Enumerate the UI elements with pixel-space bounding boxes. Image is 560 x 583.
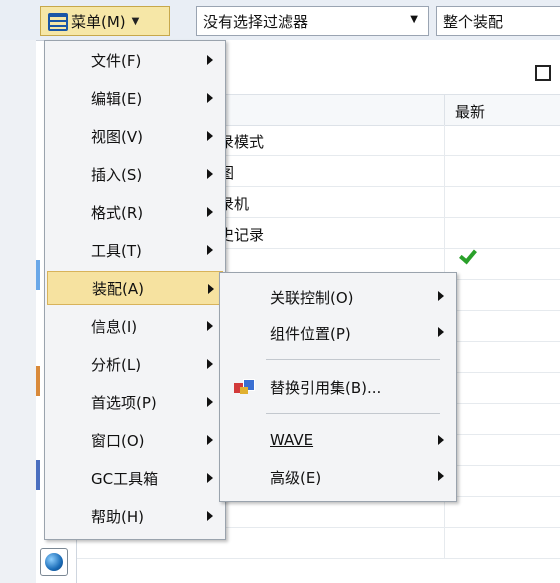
chevron-right-icon	[438, 291, 444, 301]
menu-item-file[interactable]: 文件(F)	[47, 43, 223, 77]
chevron-right-icon	[207, 473, 213, 483]
chevron-right-icon	[207, 321, 213, 331]
menu-item-assembly[interactable]: 装配(A)	[47, 271, 223, 305]
left-resource-bar	[0, 40, 40, 583]
menu-item-label: 视图(V)	[91, 127, 143, 146]
assembly-scope-value: 整个装配	[443, 12, 504, 31]
menu-item-label: 信息(I)	[91, 317, 138, 336]
chevron-right-icon	[207, 397, 213, 407]
filter-select-value: 没有选择过滤器	[203, 12, 309, 31]
maximize-icon[interactable]	[535, 65, 551, 81]
chevron-right-icon	[207, 55, 213, 65]
menu-item-label: 分析(L)	[91, 355, 142, 374]
menu-item-label: GC工具箱	[91, 469, 159, 488]
submenu-item-component-position[interactable]: 组件位置(P)	[220, 315, 456, 349]
menu-item-help[interactable]: 帮助(H)	[47, 499, 223, 533]
submenu-item-wave[interactable]: WAVE	[220, 423, 456, 457]
submenu-item-label: 替换引用集(B)...	[270, 379, 382, 397]
menu-item-format[interactable]: 格式(R)	[47, 195, 223, 229]
assembly-submenu: 关联控制(O) 组件位置(P) 替换引用集(B)... WAVE 高级(E)	[219, 272, 457, 502]
chevron-right-icon	[438, 471, 444, 481]
chevron-down-icon: ▼	[131, 15, 140, 27]
menu-item-label: 装配(A)	[92, 279, 144, 298]
menu-separator	[266, 359, 440, 360]
menu-item-tools[interactable]: 工具(T)	[47, 233, 223, 267]
menu-item-view[interactable]: 视图(V)	[47, 119, 223, 153]
menu-item-gc-toolbox[interactable]: GC工具箱	[47, 461, 223, 495]
chevron-right-icon	[207, 169, 213, 179]
submenu-item-label: 关联控制(O)	[270, 289, 354, 307]
resource-bar-marker	[36, 260, 40, 290]
menu-item-label: 工具(T)	[91, 241, 142, 260]
menu-item-information[interactable]: 信息(I)	[47, 309, 223, 343]
menu-item-label: 格式(R)	[91, 203, 144, 222]
chevron-right-icon	[207, 511, 213, 521]
reference-set-icon	[234, 377, 255, 395]
chevron-right-icon	[207, 359, 213, 369]
menu-item-label: 文件(F)	[91, 51, 142, 70]
menu-item-label: 窗口(O)	[91, 431, 145, 450]
menu-icon	[47, 12, 68, 31]
chevron-right-icon	[207, 435, 213, 445]
menu-item-label: 帮助(H)	[91, 507, 144, 526]
check-icon	[459, 247, 479, 261]
chevron-right-icon	[207, 207, 213, 217]
resource-bar-marker	[36, 460, 40, 490]
submenu-item-label: WAVE	[270, 431, 314, 449]
submenu-item-label: 高级(E)	[270, 469, 322, 487]
menu-item-insert[interactable]: 插入(S)	[47, 157, 223, 191]
resource-bar-marker	[36, 366, 40, 396]
globe-icon[interactable]	[40, 548, 68, 576]
menu-item-label: 插入(S)	[91, 165, 143, 184]
menu-item-label: 首选项(P)	[91, 393, 157, 412]
menu-item-label: 编辑(E)	[91, 89, 143, 108]
assembly-scope-select[interactable]: 整个装配	[436, 6, 560, 36]
menu-button[interactable]: 菜单(M) ▼	[40, 6, 170, 36]
chevron-right-icon	[438, 435, 444, 445]
chevron-right-icon	[207, 245, 213, 255]
menu-button-label: 菜单(M)	[71, 12, 126, 31]
chevron-right-icon	[208, 284, 214, 294]
menu-item-window[interactable]: 窗口(O)	[47, 423, 223, 457]
menu-item-preferences[interactable]: 首选项(P)	[47, 385, 223, 419]
chevron-right-icon	[207, 131, 213, 141]
main-menu: 文件(F) 编辑(E) 视图(V) 插入(S) 格式(R) 工具(T) 装配(A…	[44, 40, 226, 540]
submenu-item-label: 组件位置(P)	[270, 325, 351, 343]
chevron-down-icon: ▼	[410, 14, 418, 25]
latest-column-header: 最新	[455, 103, 486, 121]
submenu-item-advanced[interactable]: 高级(E)	[220, 459, 456, 493]
top-toolbar: 菜单(M) ▼ 没有选择过滤器 ▼ 整个装配	[0, 0, 560, 41]
submenu-item-associative-control[interactable]: 关联控制(O)	[220, 279, 456, 313]
chevron-right-icon	[207, 93, 213, 103]
chevron-right-icon	[438, 327, 444, 337]
menu-separator	[266, 413, 440, 414]
menu-item-edit[interactable]: 编辑(E)	[47, 81, 223, 115]
submenu-item-replace-reference-set[interactable]: 替换引用集(B)...	[220, 369, 456, 403]
filter-select[interactable]: 没有选择过滤器 ▼	[196, 6, 429, 36]
menu-item-analysis[interactable]: 分析(L)	[47, 347, 223, 381]
